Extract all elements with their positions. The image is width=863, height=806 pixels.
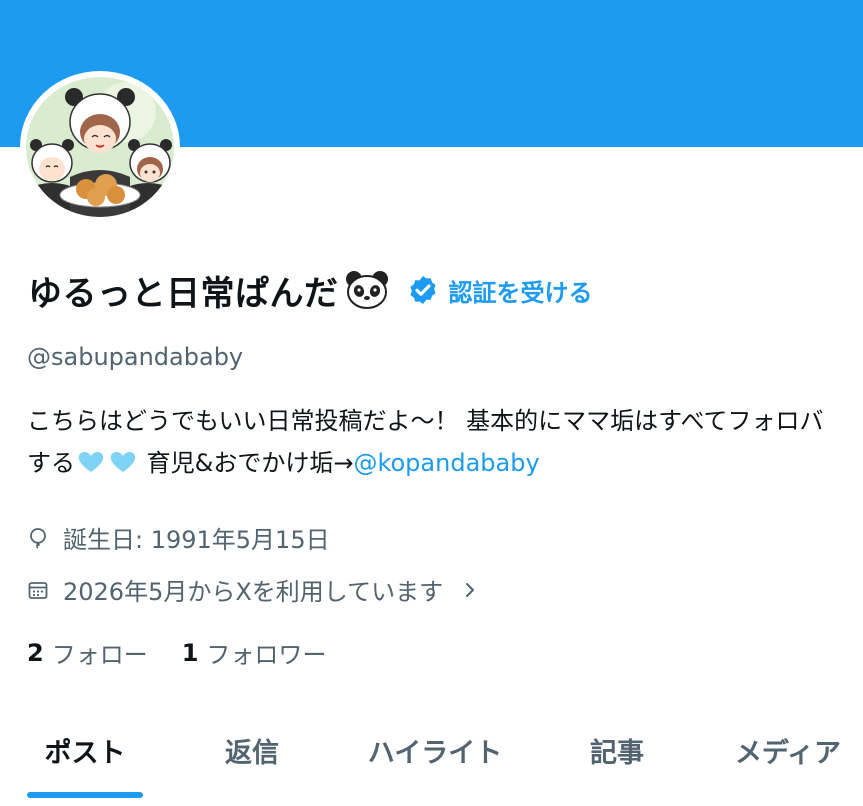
avatar[interactable] — [20, 71, 180, 223]
chevron-right-icon — [466, 582, 475, 597]
following-count: 2 — [27, 638, 44, 667]
birthday-row: 誕生日: 1991年5月15日 — [27, 520, 330, 555]
name-row: ゆるっと日常ぱんだ 認証を受ける — [28, 266, 593, 314]
avatar-image — [26, 77, 174, 217]
profile-bio: こちらはどうでもいい日常投稿だよ〜！ 基本的にママ垢はすべてフォロバする 育児&… — [27, 400, 847, 484]
panda-emoji-icon — [345, 271, 388, 309]
balloon-icon — [30, 527, 46, 549]
light-blue-heart-icon — [110, 452, 136, 472]
bio-mention-link[interactable]: @kopandababy — [353, 449, 539, 477]
verified-badge-icon[interactable] — [407, 274, 439, 306]
get-verified-link[interactable]: 認証を受ける — [449, 273, 593, 308]
following-link[interactable]: 2 フォロー — [27, 635, 148, 670]
light-blue-heart-icon — [78, 452, 104, 472]
profile-handle: @sabupandababy — [27, 343, 244, 371]
followers-label: フォロワー — [206, 641, 327, 669]
follow-stats: 2 フォロー 1 フォロワー — [27, 635, 326, 670]
joined-text: 2026年5月からXを利用しています — [63, 578, 444, 606]
followers-link[interactable]: 1 フォロワー — [182, 635, 327, 670]
tab-replies[interactable]: 返信 — [205, 715, 299, 785]
active-tab-indicator — [27, 792, 143, 798]
followers-count: 1 — [181, 638, 199, 667]
tab-media[interactable]: メディア — [718, 715, 858, 785]
bio-text-continued: 育児&おでかけ垢→ — [139, 449, 354, 477]
birthday-text: 誕生日: 1991年5月15日 — [63, 526, 330, 554]
calendar-icon — [28, 581, 48, 599]
tab-posts[interactable]: ポスト — [27, 715, 143, 785]
display-name: ゆるっと日常ぱんだ — [28, 273, 339, 314]
joined-row[interactable]: 2026年5月からXを利用しています — [27, 572, 479, 607]
profile-tabs: ポスト 返信 ハイライト 記事 メディア — [0, 715, 863, 800]
following-label: フォロー — [51, 641, 148, 669]
tab-articles[interactable]: 記事 — [570, 715, 664, 785]
tab-highlights[interactable]: ハイライト — [352, 715, 518, 785]
